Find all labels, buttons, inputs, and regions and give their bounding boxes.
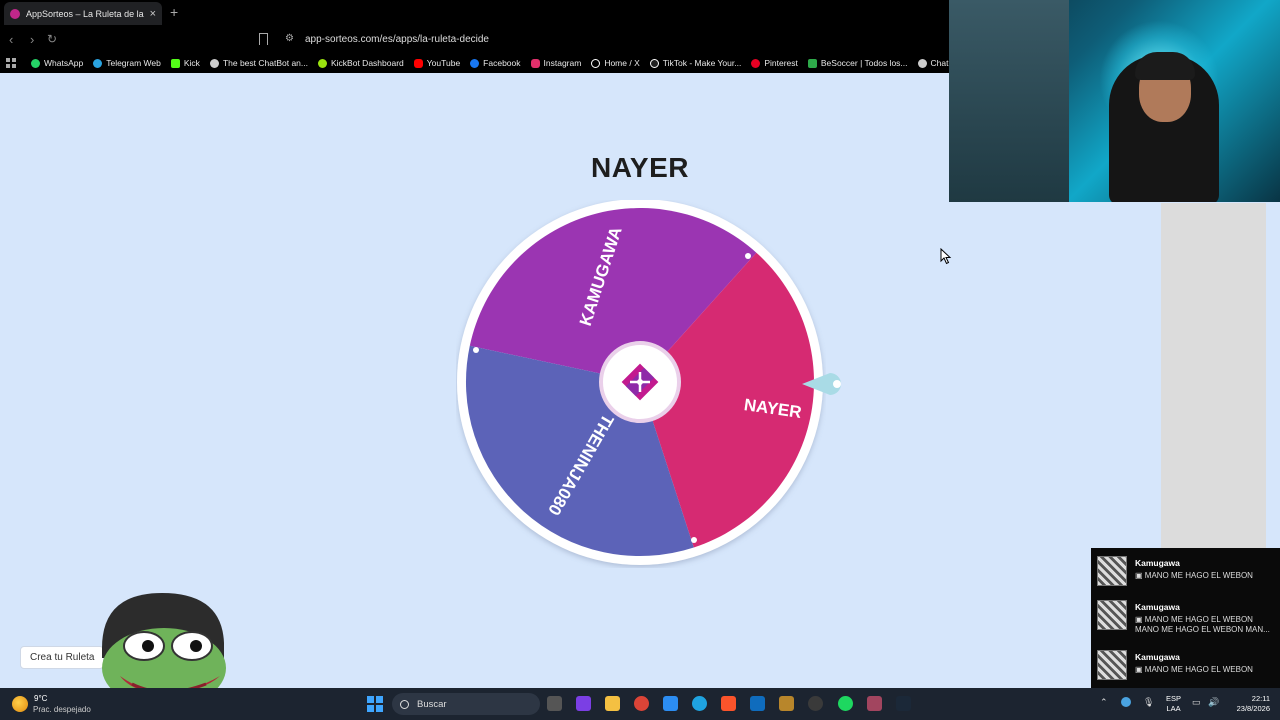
chat-icon: ▣ <box>1135 571 1145 580</box>
pinterest-icon <box>751 58 761 68</box>
network-icon[interactable]: ▭ <box>1192 697 1201 708</box>
apps-grid-icon[interactable] <box>6 58 16 68</box>
bookmark-item[interactable]: Facebook <box>465 58 525 68</box>
language-indicator[interactable]: ESP LAA <box>1166 694 1181 714</box>
user-avatar <box>1097 600 1127 630</box>
chat-text: ▣ MANO ME HAGO EL WEBON <box>1135 571 1253 580</box>
taskbar-clock[interactable]: 22:11 23/8/2026 <box>1228 694 1270 714</box>
spotify-icon[interactable] <box>838 696 853 711</box>
chat-username: Kamugawa <box>1135 602 1180 612</box>
bookmark-item[interactable]: KickBot Dashboard <box>313 58 409 68</box>
site-settings-icon[interactable]: ⚙ <box>285 33 294 44</box>
besoccer-icon <box>807 58 817 68</box>
edge-icon[interactable] <box>692 696 707 711</box>
wheel-peg <box>473 347 479 353</box>
search-label: Buscar <box>417 698 447 710</box>
whatsapp-icon <box>31 58 40 68</box>
bookmark-item[interactable]: The best ChatBot an... <box>205 58 313 68</box>
chat-username: Kamugawa <box>1135 652 1180 662</box>
site-favicon-icon <box>10 8 20 19</box>
language-code: ESP <box>1166 694 1182 703</box>
tiktok-icon <box>649 58 659 68</box>
reload-icon[interactable]: ↻ <box>47 32 57 46</box>
facebook-icon <box>470 58 480 68</box>
tab-title: AppSorteos – La Ruleta de la Suerte <box>26 8 144 19</box>
side-panel <box>1161 203 1266 548</box>
chrome-icon[interactable] <box>634 696 649 711</box>
weather-description: Prac. despejado <box>33 705 91 714</box>
volume-icon[interactable]: 🔊 <box>1208 697 1219 708</box>
chat-text: ▣ MANO ME HAGO EL WEBON <box>1135 665 1253 674</box>
kickbot-icon <box>318 58 327 68</box>
chat-message: Kamugawa ▣ MANO ME HAGO EL WEBON <box>1091 556 1280 586</box>
start-windows-icon[interactable] <box>367 696 383 712</box>
bookmark-item[interactable]: Pinterest <box>746 58 803 68</box>
webcam-person-hair <box>1135 52 1195 80</box>
obs-icon[interactable] <box>808 696 823 711</box>
app-icon[interactable] <box>867 696 882 711</box>
forward-icon[interactable]: › <box>30 32 34 47</box>
chat-icon: ▣ <box>1135 615 1145 624</box>
store-icon[interactable] <box>663 696 678 711</box>
wheel-pointer-icon <box>802 373 841 395</box>
url-field[interactable]: app-sorteos.com/es/apps/la-ruleta-decide <box>305 34 489 45</box>
wheel-svg: KAMUGAWA NAYER THENINJA080 <box>457 200 823 565</box>
weather-temperature: 9°C <box>34 694 48 703</box>
chat-message: Kamugawa ▣ MANO ME HAGO EL WEBON MANO ME… <box>1091 600 1280 634</box>
stream-chat: Kamugawa ▣ MANO ME HAGO EL WEBON Kamugaw… <box>1091 548 1280 688</box>
browser-tab[interactable]: AppSorteos – La Ruleta de la Suerte × <box>4 2 162 25</box>
close-tab-icon[interactable]: × <box>150 8 156 20</box>
chat-text: MANO ME HAGO EL WEBON MAN... <box>1135 625 1270 634</box>
bookmark-item[interactable]: Telegram Web <box>88 58 166 68</box>
telegram-icon <box>93 58 103 68</box>
result-title: NAYER <box>591 152 689 183</box>
chat-message: Kamugawa ▣ MANO ME HAGO EL WEBON <box>1091 650 1280 680</box>
youtube-icon <box>413 58 423 68</box>
clock-date: 23/8/2026 <box>1236 704 1270 713</box>
brave-icon[interactable] <box>721 696 736 711</box>
weather-icon[interactable] <box>12 696 28 712</box>
steam-icon[interactable] <box>896 696 911 711</box>
bookmark-item[interactable]: Home / X <box>586 58 644 68</box>
new-tab-icon[interactable]: + <box>170 4 178 20</box>
kick-icon <box>170 58 180 68</box>
user-avatar <box>1097 650 1127 680</box>
chatgpt-icon <box>917 58 927 68</box>
chatbot-icon <box>209 58 219 68</box>
tray-expand-icon[interactable]: ⌃ <box>1100 697 1108 708</box>
roulette-wheel[interactable]: KAMUGAWA NAYER THENINJA080 <box>456 200 826 568</box>
instagram-icon <box>530 58 540 68</box>
webcam-wall <box>949 0 1069 202</box>
file-explorer-icon[interactable] <box>605 696 620 711</box>
bookmark-item[interactable]: Instagram <box>526 58 587 68</box>
back-icon[interactable]: ‹ <box>9 32 13 47</box>
clock-time: 22:11 <box>1251 694 1270 703</box>
search-icon <box>400 699 409 709</box>
chat-username: Kamugawa <box>1135 558 1180 568</box>
game-app-icon[interactable] <box>779 696 794 711</box>
mouse-cursor-icon <box>940 248 952 265</box>
chat-icon: ▣ <box>1135 665 1145 674</box>
taskbar-search[interactable]: Buscar <box>392 693 540 715</box>
bookmark-item[interactable]: YouTube <box>409 58 465 68</box>
bookmark-item[interactable]: BeSoccer | Todos los... <box>803 58 913 68</box>
outlook-icon[interactable] <box>750 696 765 711</box>
copilot-icon[interactable] <box>576 696 591 711</box>
keyboard-layout: LAA <box>1166 704 1181 713</box>
chat-text: ▣ MANO ME HAGO EL WEBON <box>1135 615 1253 624</box>
task-view-icon[interactable] <box>547 696 562 711</box>
bookmark-item[interactable]: Kick <box>166 58 205 68</box>
bookmark-item[interactable]: WhatsApp <box>26 58 88 68</box>
bookmark-icon[interactable] <box>259 33 268 45</box>
bookmark-item[interactable]: TikTok - Make Your... <box>645 58 747 68</box>
webcam-overlay <box>949 0 1280 202</box>
onedrive-icon[interactable] <box>1121 697 1131 707</box>
wheel-peg <box>745 253 751 259</box>
microphone-icon[interactable]: 🎙 <box>1143 697 1154 708</box>
x-icon <box>591 58 601 68</box>
user-avatar <box>1097 556 1127 586</box>
wheel-peg <box>691 537 697 543</box>
